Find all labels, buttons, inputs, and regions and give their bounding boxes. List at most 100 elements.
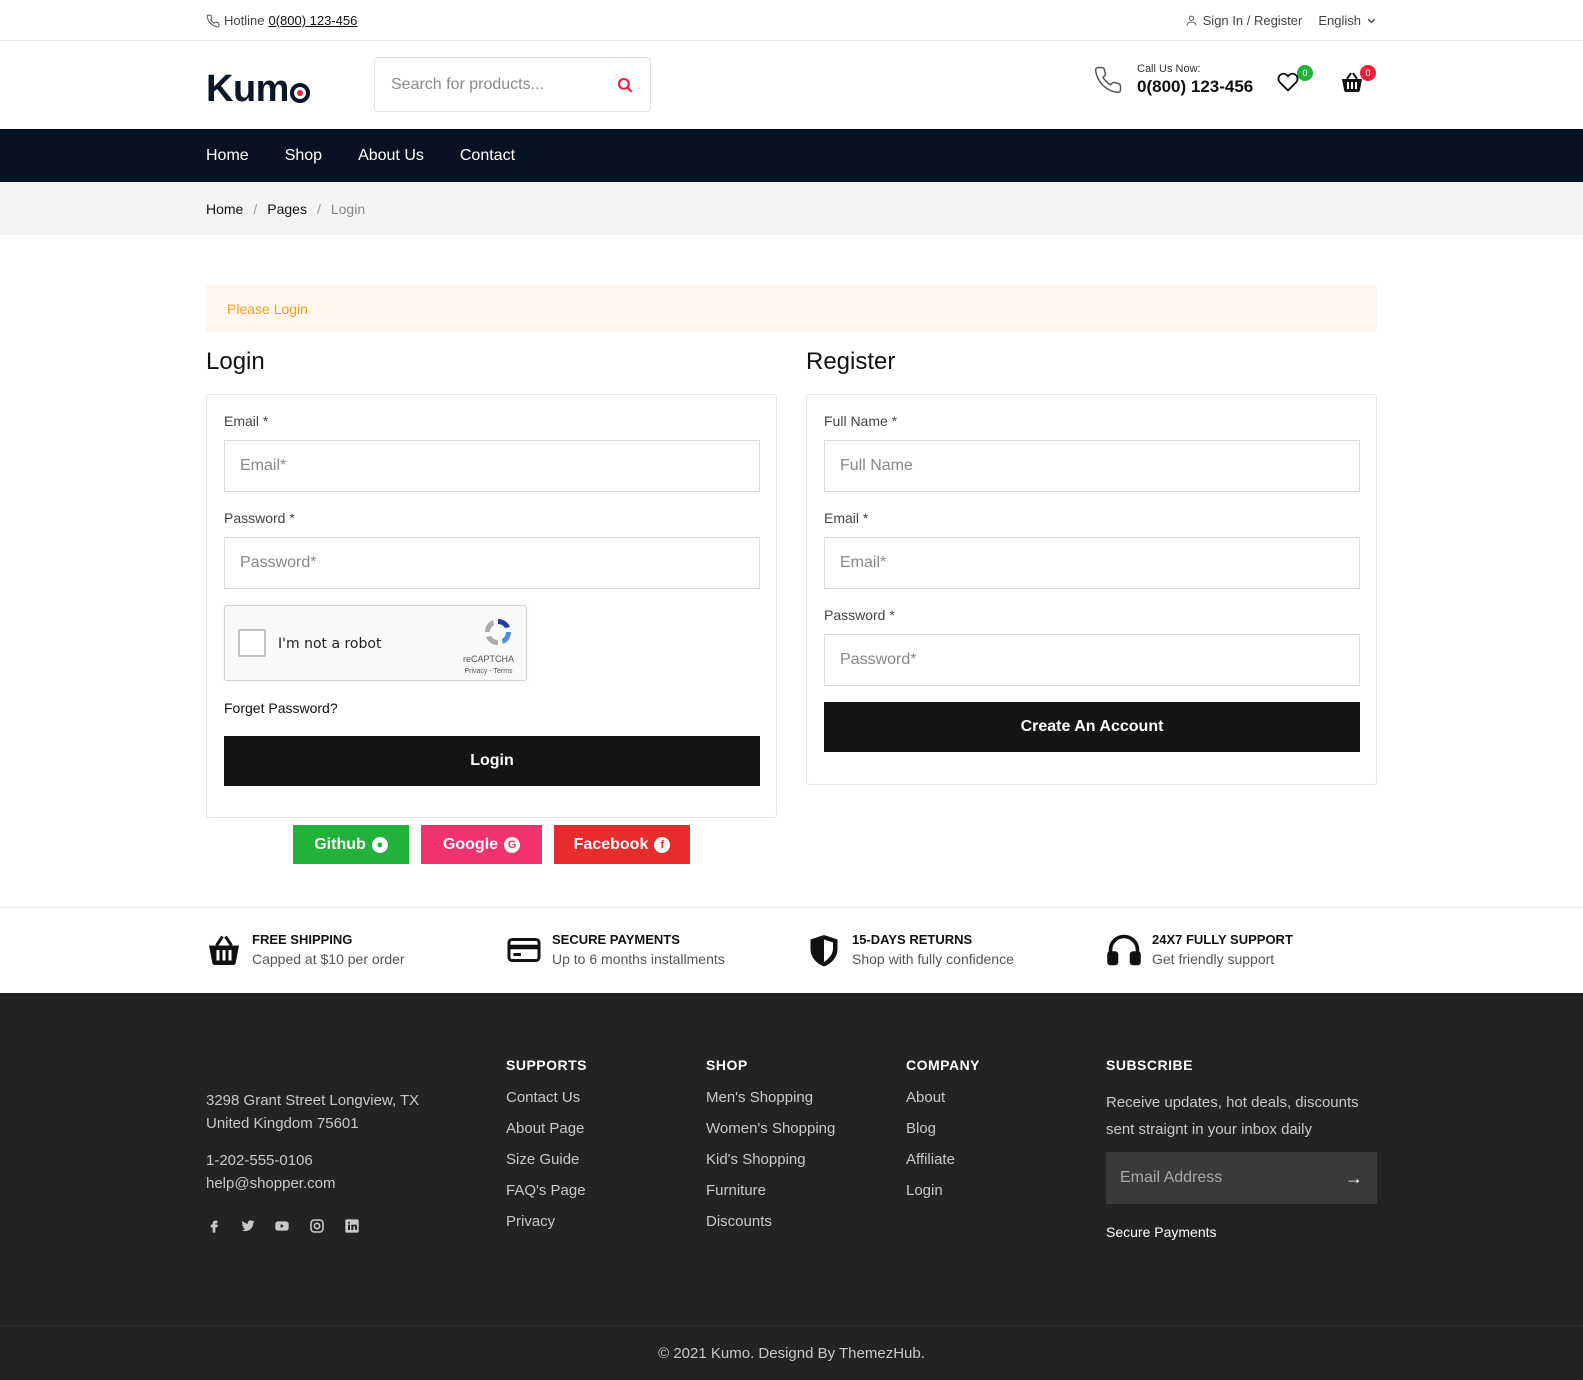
recaptcha-checkbox[interactable] xyxy=(238,629,266,657)
login-email-field xyxy=(224,440,760,492)
arrow-right-icon[interactable]: → xyxy=(1345,1168,1363,1189)
hotline: Hotline 0(800) 123-456 xyxy=(206,13,357,28)
footer-link[interactable]: Size Guide xyxy=(506,1151,587,1168)
login-email-input[interactable] xyxy=(240,457,759,475)
feature-subtitle: Get friendly support xyxy=(1152,951,1275,967)
cart-button[interactable]: 0 xyxy=(1340,65,1376,97)
nav-item-about[interactable]: About Us xyxy=(358,147,424,165)
register-name-input[interactable] xyxy=(840,457,1359,475)
nav-item-shop[interactable]: Shop xyxy=(285,147,322,165)
login-button[interactable]: Login xyxy=(224,736,760,786)
footer-link[interactable]: Affiliate xyxy=(906,1151,980,1168)
instagram-icon[interactable] xyxy=(309,1218,325,1234)
secure-payments-label: Secure Payments xyxy=(1106,1224,1217,1240)
language-label: English xyxy=(1318,13,1361,28)
footer: 3298 Grant Street Longview, TX United Ki… xyxy=(0,993,1583,1380)
register-password-label: Password * xyxy=(824,607,895,623)
footer-shop: SHOP Men's Shopping Women's Shopping Kid… xyxy=(706,1057,835,1244)
breadcrumb-separator: / xyxy=(253,200,258,217)
forgot-password-link[interactable]: Forget Password? xyxy=(224,700,338,716)
cart-count-badge: 0 xyxy=(1360,65,1376,81)
register-name-field xyxy=(824,440,1360,492)
google-icon: G xyxy=(504,836,521,853)
register-email-input[interactable] xyxy=(840,554,1359,572)
footer-link[interactable]: Privacy xyxy=(506,1213,587,1230)
linkedin-icon[interactable] xyxy=(344,1218,360,1234)
footer-link[interactable]: Blog xyxy=(906,1120,980,1137)
feature-payments: SECURE PAYMENTS Up to 6 months installmen… xyxy=(506,932,725,968)
footer-link[interactable]: Men's Shopping xyxy=(706,1089,835,1106)
footer-link[interactable]: Login xyxy=(906,1182,980,1199)
recaptcha-brand-name: reCAPTCHA xyxy=(462,654,514,664)
register-title: Register xyxy=(806,348,896,375)
login-title: Login xyxy=(206,348,265,375)
facebook-icon[interactable] xyxy=(206,1218,222,1234)
recaptcha-label: I'm not a robot xyxy=(278,636,382,652)
footer-phone: 1-202-555-0106 xyxy=(206,1152,313,1169)
footer-supports: SUPPORTS Contact Us About Page Size Guid… xyxy=(506,1057,587,1244)
feature-title: SECURE PAYMENTS xyxy=(552,932,680,947)
login-password-input[interactable] xyxy=(240,554,759,572)
breadcrumb-pages[interactable]: Pages xyxy=(267,201,307,217)
call-us: Call Us Now: 0(800) 123-456 xyxy=(1093,63,1253,97)
subscribe-form: → xyxy=(1106,1152,1377,1204)
facebook-login-button[interactable]: Facebook f xyxy=(554,825,690,864)
register-password-input[interactable] xyxy=(840,651,1359,669)
footer-link[interactable]: Discounts xyxy=(706,1213,835,1230)
login-email-label: Email * xyxy=(224,413,269,429)
footer-link[interactable]: About xyxy=(906,1089,980,1106)
features-bar: FREE SHIPPING Capped at $10 per order SEC… xyxy=(0,907,1583,993)
footer-link[interactable]: FAQ's Page xyxy=(506,1182,587,1199)
sign-in-label: Sign In / Register xyxy=(1202,13,1303,28)
github-label: Github xyxy=(314,835,366,853)
heart-icon xyxy=(1277,72,1299,92)
create-account-button[interactable]: Create An Account xyxy=(824,702,1360,752)
feature-subtitle: Shop with fully confidence xyxy=(852,951,1014,967)
youtube-icon[interactable] xyxy=(274,1218,290,1234)
recaptcha-widget: I'm not a robot reCAPTCHA Privacy - Term… xyxy=(224,605,527,681)
feature-subtitle: Capped at $10 per order xyxy=(252,951,405,967)
subscribe-email-input[interactable] xyxy=(1120,1169,1345,1187)
twitter-icon[interactable] xyxy=(240,1218,256,1234)
footer-email[interactable]: help@shopper.com xyxy=(206,1172,419,1195)
search-box xyxy=(374,57,651,112)
site-logo[interactable]: Kum xyxy=(206,68,310,111)
credit-card-icon xyxy=(507,938,541,962)
login-alert: Please Login xyxy=(206,285,1377,332)
hotline-number-link[interactable]: 0(800) 123-456 xyxy=(268,13,357,28)
login-password-label: Password * xyxy=(224,510,295,526)
breadcrumb-home[interactable]: Home xyxy=(206,201,243,217)
footer-link[interactable]: Contact Us xyxy=(506,1089,587,1106)
call-label: Call Us Now: xyxy=(1137,63,1201,75)
footer-link[interactable]: Women's Shopping xyxy=(706,1120,835,1137)
login-password-field xyxy=(224,537,760,589)
facebook-label: Facebook xyxy=(573,835,649,853)
wishlist-button[interactable]: 0 xyxy=(1277,65,1313,97)
footer-link[interactable]: Furniture xyxy=(706,1182,835,1199)
footer-link[interactable]: Kid's Shopping xyxy=(706,1151,835,1168)
language-select[interactable]: English xyxy=(1318,13,1377,28)
facebook-icon: f xyxy=(654,836,671,853)
recaptcha-privacy-terms[interactable]: Privacy - Terms xyxy=(464,668,512,675)
chevron-down-icon xyxy=(1367,18,1376,24)
copyright: © 2021 Kumo. Designd By ThemezHub. xyxy=(0,1325,1583,1380)
subscribe-text: Receive updates, hot deals, discounts se… xyxy=(1106,1094,1359,1138)
search-input[interactable] xyxy=(391,75,616,94)
header: Kum Call Us Now: 0(800) 123-456 0 0 xyxy=(0,41,1583,129)
hotline-label: Hotline xyxy=(224,13,265,28)
feature-title: FREE SHIPPING xyxy=(252,932,353,947)
google-login-button[interactable]: Google G xyxy=(421,825,542,864)
basket-icon xyxy=(209,935,239,966)
footer-link[interactable]: About Page xyxy=(506,1120,587,1137)
nav-item-home[interactable]: Home xyxy=(206,147,249,165)
shield-icon xyxy=(810,935,838,967)
footer-subscribe: SUBSCRIBE Receive updates, hot deals, di… xyxy=(1106,1057,1377,1143)
sign-in-link[interactable]: Sign In / Register xyxy=(1185,13,1303,28)
phone-icon xyxy=(1094,66,1122,94)
nav-item-contact[interactable]: Contact xyxy=(460,147,515,165)
footer-shop-title: SHOP xyxy=(706,1057,748,1073)
github-login-button[interactable]: Github ● xyxy=(293,825,409,864)
search-icon[interactable] xyxy=(616,76,634,94)
footer-address-line1: 3298 Grant Street Longview, TX xyxy=(206,1092,420,1109)
feature-subtitle: Up to 6 months installments xyxy=(552,951,725,967)
